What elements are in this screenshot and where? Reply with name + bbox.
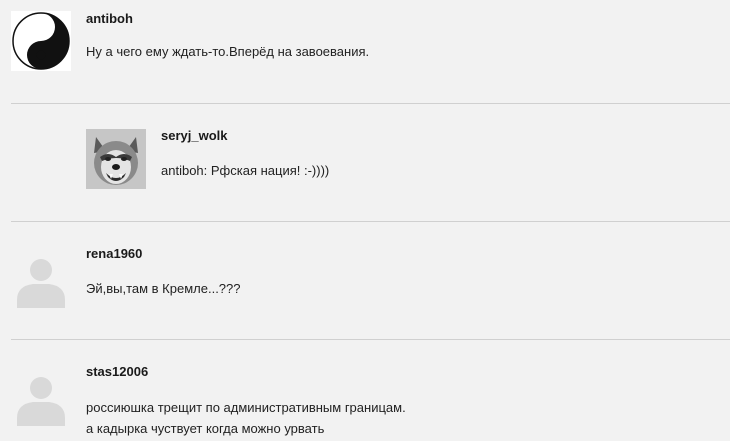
comment-text-line: antiboh: Рфская нация! :-)))) xyxy=(161,163,330,178)
comment-author[interactable]: rena1960 xyxy=(86,246,142,261)
default-user-icon xyxy=(17,377,65,426)
avatar[interactable] xyxy=(11,366,71,426)
avatar[interactable] xyxy=(86,129,146,189)
yin-yang-icon xyxy=(11,11,71,71)
comment-list: antiboh Ну а чего ему ждать-то.Вперёд на… xyxy=(0,0,730,441)
comment-text: Ну а чего ему ждать-то.Вперёд на завоева… xyxy=(86,41,369,62)
wolf-photo xyxy=(86,129,146,189)
comment-text-line: Ну а чего ему ждать-то.Вперёд на завоева… xyxy=(86,44,370,59)
comment-text: россиюшка трещит по административным гра… xyxy=(86,397,406,439)
comment-text-line: россиюшка трещит по административным гра… xyxy=(86,400,406,415)
comment-author[interactable]: stas12006 xyxy=(86,364,148,379)
comment-text-line: а кадырка чуствует когда можно урвать xyxy=(86,421,325,436)
comment: stas12006 россиюшка трещит по администра… xyxy=(0,340,730,441)
comment: rena1960 Эй,вы,там в Кремле...??? xyxy=(0,222,730,339)
comment-text-line: Эй,вы,там в Кремле...??? xyxy=(86,281,241,296)
comment-text: antiboh: Рфская нация! :-)))) xyxy=(161,160,329,181)
comment-reply: seryj_wolk antiboh: Рфская нация! :-)))) xyxy=(0,104,730,221)
comment-author[interactable]: antiboh xyxy=(86,11,133,26)
comment-text: Эй,вы,там в Кремле...??? xyxy=(86,278,241,299)
avatar[interactable] xyxy=(11,248,71,308)
default-user-icon xyxy=(17,259,65,308)
comment-author[interactable]: seryj_wolk xyxy=(161,128,228,143)
comment: antiboh Ну а чего ему ждать-то.Вперёд на… xyxy=(0,0,730,103)
avatar[interactable] xyxy=(11,11,71,71)
